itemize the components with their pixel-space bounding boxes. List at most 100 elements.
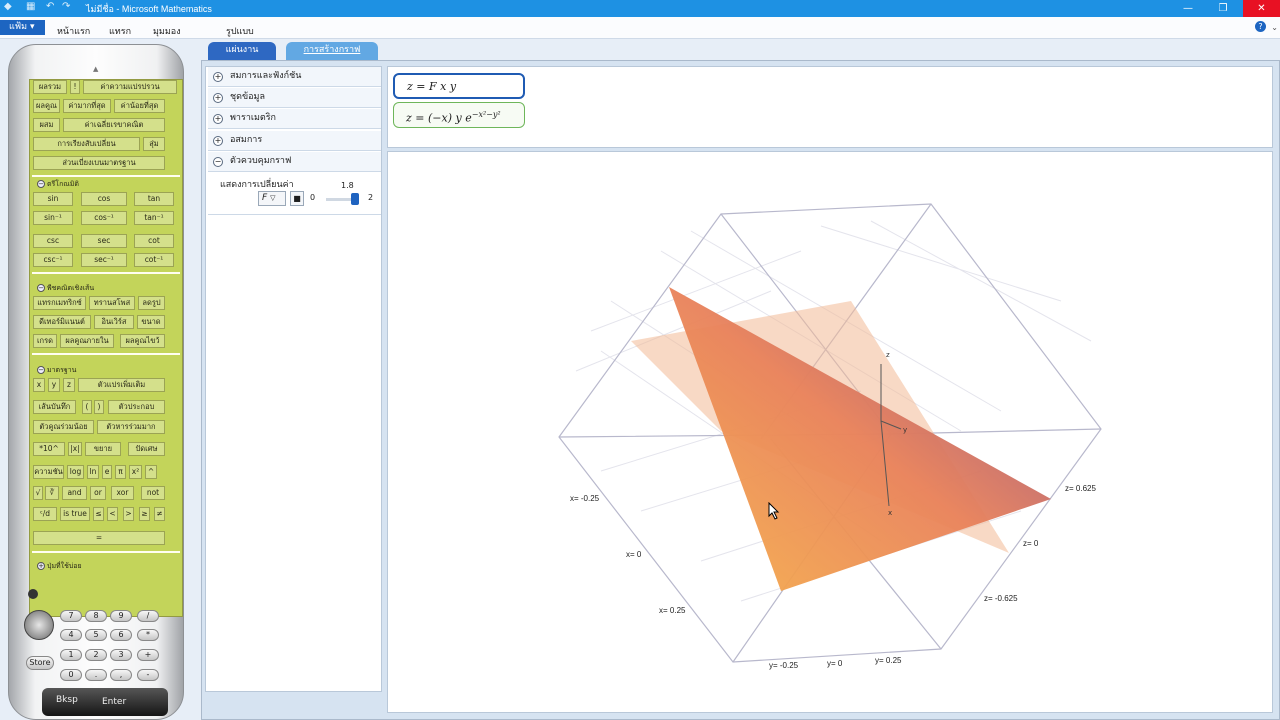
cross-product-button[interactable]: ผลคูณไขว้ bbox=[120, 334, 165, 348]
logbook-button[interactable]: เส้นบันทึก bbox=[33, 400, 76, 414]
is-true-button[interactable]: is true bbox=[60, 507, 90, 521]
random-button[interactable]: สุ่ม bbox=[143, 137, 165, 151]
variance-button[interactable]: ค่าความแปรปรวน bbox=[83, 80, 177, 94]
sum-button[interactable]: ผลรวม bbox=[33, 80, 67, 94]
gcd-button[interactable]: ตัวหารร่วมมาก bbox=[97, 420, 165, 434]
tab-graphing[interactable]: การสร้างกราฟ bbox=[286, 42, 378, 60]
section-inequalities[interactable]: + อสมการ bbox=[208, 131, 381, 151]
round-button[interactable]: ปัดเศษ bbox=[128, 442, 165, 456]
greater-than-button[interactable]: > bbox=[123, 507, 134, 521]
acot-button[interactable]: cot⁻¹ bbox=[134, 253, 174, 267]
expand-button[interactable]: ขยาย bbox=[85, 442, 121, 456]
slope-button[interactable]: ความชัน bbox=[33, 465, 64, 479]
key-minus[interactable]: - bbox=[137, 669, 159, 681]
fraction-button[interactable]: ᶜ/d bbox=[33, 507, 57, 521]
redo-icon[interactable]: ↷ bbox=[62, 1, 70, 12]
e-button[interactable]: e bbox=[102, 465, 112, 479]
close-paren-button[interactable]: ) bbox=[94, 400, 104, 414]
atan-button[interactable]: tan⁻¹ bbox=[134, 211, 174, 225]
key-plus[interactable]: + bbox=[137, 649, 159, 661]
and-button[interactable]: and bbox=[62, 486, 87, 500]
z-button[interactable]: z bbox=[63, 378, 75, 392]
tab-worksheet[interactable]: แผ่นงาน bbox=[208, 42, 276, 60]
cbrt-button[interactable]: ∛ bbox=[45, 486, 59, 500]
key-0[interactable]: 0 bbox=[60, 669, 82, 681]
transpose-button[interactable]: ทรานสโพส bbox=[89, 296, 135, 310]
csc-button[interactable]: csc bbox=[33, 234, 73, 248]
enter-button[interactable]: Enter bbox=[102, 697, 126, 707]
factorial-button[interactable]: ! bbox=[70, 80, 80, 94]
key-6[interactable]: 6 bbox=[110, 629, 132, 641]
key-2[interactable]: 2 bbox=[85, 649, 107, 661]
key-3[interactable]: 3 bbox=[110, 649, 132, 661]
trace-button[interactable]: เกรด bbox=[33, 334, 57, 348]
not-button[interactable]: not bbox=[141, 486, 165, 500]
sin-button[interactable]: sin bbox=[33, 192, 73, 206]
menu-format[interactable]: รูปแบบ bbox=[226, 24, 254, 38]
reduce-button[interactable]: ลดรูป bbox=[138, 296, 165, 310]
backspace-button[interactable]: Bksp bbox=[56, 695, 78, 705]
x-button[interactable]: x bbox=[33, 378, 45, 392]
xor-button[interactable]: xor bbox=[111, 486, 134, 500]
undo-icon[interactable]: ↶ bbox=[46, 1, 54, 12]
store-button[interactable]: Store bbox=[26, 656, 54, 670]
key-7[interactable]: 7 bbox=[60, 610, 82, 622]
size-button[interactable]: ขนาด bbox=[137, 315, 165, 329]
power-icon[interactable] bbox=[28, 589, 38, 599]
tan-button[interactable]: tan bbox=[134, 192, 174, 206]
scroll-up-icon[interactable]: ▲ bbox=[93, 65, 98, 73]
acsc-button[interactable]: csc⁻¹ bbox=[33, 253, 73, 267]
inverse-button[interactable]: อินเวิร์ส bbox=[94, 315, 134, 329]
key-8[interactable]: 8 bbox=[85, 610, 107, 622]
variable-select[interactable]: F ▽ bbox=[258, 191, 286, 206]
lcm-button[interactable]: ตัวคูณร่วมน้อย bbox=[33, 420, 94, 434]
key-comma[interactable]: , bbox=[110, 669, 132, 681]
log-button[interactable]: log bbox=[67, 465, 84, 479]
key-4[interactable]: 4 bbox=[60, 629, 82, 641]
open-paren-button[interactable]: ( bbox=[82, 400, 92, 414]
square-button[interactable]: x² bbox=[129, 465, 142, 479]
close-button[interactable]: ✕ bbox=[1243, 0, 1280, 17]
y-button[interactable]: y bbox=[48, 378, 60, 392]
asin-button[interactable]: sin⁻¹ bbox=[33, 211, 73, 225]
sec-button[interactable]: sec bbox=[81, 234, 127, 248]
or-button[interactable]: or bbox=[90, 486, 106, 500]
key-decimal[interactable]: . bbox=[85, 669, 107, 681]
section-datasets[interactable]: + ชุดข้อมูล bbox=[208, 88, 381, 108]
more-variables-button[interactable]: ตัวแปรเพิ่มเติม bbox=[78, 378, 165, 392]
graph-canvas[interactable]: z y x x= -0.25 x= 0 x= 0.25 y= -0.25 y= … bbox=[387, 151, 1273, 713]
power-button[interactable]: ^ bbox=[145, 465, 157, 479]
key-1[interactable]: 1 bbox=[60, 649, 82, 661]
sqrt-button[interactable]: √ bbox=[33, 486, 43, 500]
key-5[interactable]: 5 bbox=[85, 629, 107, 641]
save-icon[interactable]: ▦ bbox=[26, 1, 35, 12]
section-parametric[interactable]: + พาราเมตริก bbox=[208, 109, 381, 129]
minimize-button[interactable]: — bbox=[1172, 0, 1204, 17]
linear-algebra-section-header[interactable]: − พีชคณิตเชิงเส้น bbox=[37, 283, 94, 294]
key-divide[interactable]: / bbox=[137, 610, 159, 622]
less-than-button[interactable]: < bbox=[107, 507, 118, 521]
collapse-ribbon-icon[interactable]: ⌄ bbox=[1271, 23, 1278, 32]
permutation-button[interactable]: การเรียงสับเปลี่ยน bbox=[33, 137, 140, 151]
pi-button[interactable]: π bbox=[115, 465, 126, 479]
section-graph-controls[interactable]: − ตัวควบคุมกราฟ bbox=[208, 152, 381, 172]
key-9[interactable]: 9 bbox=[110, 610, 132, 622]
trig-section-header[interactable]: − ตรีโกณมิติ bbox=[37, 179, 79, 190]
inner-product-button[interactable]: ผลคูณภายใน bbox=[60, 334, 114, 348]
maximize-button[interactable]: ❐ bbox=[1207, 0, 1239, 17]
3d-plot[interactable]: z y x x= -0.25 x= 0 x= 0.25 y= -0.25 y= … bbox=[388, 152, 1274, 714]
leq-button[interactable]: ≤ bbox=[93, 507, 104, 521]
equals-button[interactable]: = bbox=[33, 531, 165, 545]
determinant-button[interactable]: ดีเทอร์มิแนนต์ bbox=[33, 315, 91, 329]
asec-button[interactable]: sec⁻¹ bbox=[81, 253, 127, 267]
geq-button[interactable]: ≥ bbox=[139, 507, 150, 521]
slider-thumb[interactable] bbox=[350, 193, 359, 205]
factor-button[interactable]: ตัวประกอบ bbox=[108, 400, 165, 414]
acos-button[interactable]: cos⁻¹ bbox=[81, 211, 127, 225]
absolute-button[interactable]: |x| bbox=[68, 442, 82, 456]
favorites-section-header[interactable]: + ปุ่มที่ใช้บ่อย bbox=[37, 561, 82, 572]
menu-home[interactable]: หน้าแรก bbox=[57, 24, 90, 38]
equation-2[interactable]: z = (−x) y e−x²−y² bbox=[393, 102, 525, 128]
std-dev-button[interactable]: ส่วนเบี่ยงเบนมาตรฐาน bbox=[33, 156, 165, 170]
key-multiply[interactable]: * bbox=[137, 629, 159, 641]
